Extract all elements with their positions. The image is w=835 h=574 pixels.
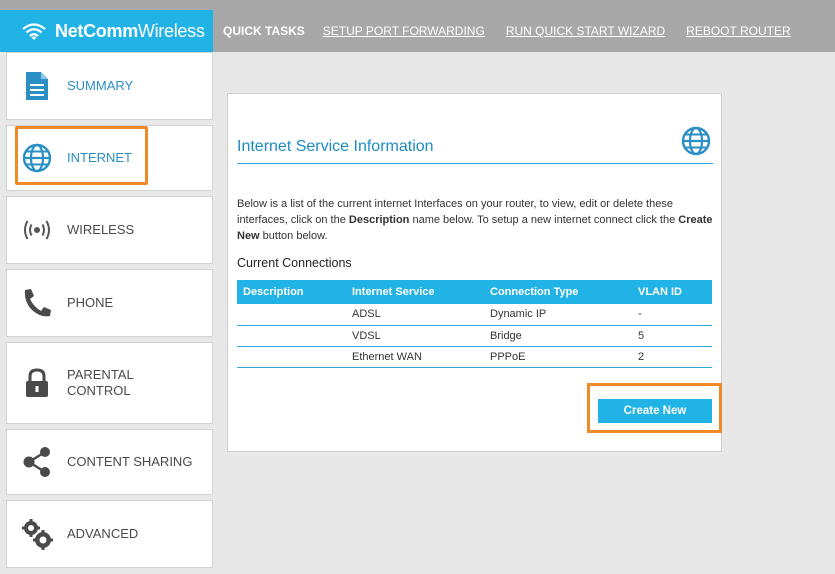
sidebar-item-content-sharing[interactable]: CONTENT SHARING bbox=[6, 429, 213, 495]
sidebar-item-parental-control[interactable]: PARENTAL CONTROL bbox=[6, 342, 213, 424]
column-header-description: Description bbox=[237, 280, 346, 304]
sidebar-item-label: SUMMARY bbox=[67, 78, 134, 93]
create-new-button[interactable]: Create New bbox=[598, 399, 712, 423]
cell-vlan-id: - bbox=[632, 304, 712, 326]
cell-description[interactable] bbox=[237, 304, 346, 326]
page-title: Internet Service Information bbox=[237, 138, 434, 155]
sidebar-item-phone[interactable]: PHONE bbox=[6, 269, 213, 337]
setup-port-forwarding-link[interactable]: SETUP PORT FORWARDING bbox=[323, 24, 485, 38]
column-header-vlan-id: VLAN ID bbox=[632, 280, 712, 304]
brand-logo[interactable]: NetCommWireless bbox=[0, 10, 213, 52]
phone-icon bbox=[21, 287, 53, 319]
cell-description[interactable] bbox=[237, 325, 346, 347]
sidebar-item-label: PARENTAL CONTROL bbox=[67, 367, 134, 398]
brand-name: NetCommWireless bbox=[55, 20, 205, 41]
wireless-icon bbox=[21, 214, 53, 246]
table-row[interactable]: ADSL Dynamic IP - bbox=[237, 304, 712, 326]
sidebar: SUMMARY INTERNET WIRELESS PHONE PARENTAL… bbox=[6, 52, 213, 573]
column-header-internet-service: Internet Service bbox=[346, 280, 484, 304]
column-header-connection-type: Connection Type bbox=[484, 280, 632, 304]
cell-vlan-id: 2 bbox=[632, 346, 712, 368]
quick-tasks-label: QUICK TASKS bbox=[223, 24, 305, 38]
cell-vlan-id: 5 bbox=[632, 325, 712, 347]
cell-connection-type: Bridge bbox=[484, 325, 632, 347]
lock-icon bbox=[21, 367, 53, 399]
gears-icon bbox=[21, 518, 53, 550]
sidebar-item-advanced[interactable]: ADVANCED bbox=[6, 500, 213, 568]
description-text: Below is a list of the current internet … bbox=[237, 198, 713, 242]
sidebar-item-label: CONTENT SHARING bbox=[67, 454, 193, 469]
cell-internet-service: ADSL bbox=[346, 304, 484, 326]
share-icon bbox=[21, 446, 53, 478]
table-header-row: Description Internet Service Connection … bbox=[237, 280, 712, 304]
sidebar-item-label: INTERNET bbox=[67, 150, 132, 165]
cell-description[interactable] bbox=[237, 346, 346, 368]
sidebar-item-label: PHONE bbox=[67, 295, 114, 310]
wifi-logo-icon bbox=[22, 23, 46, 40]
reboot-router-link[interactable]: REBOOT ROUTER bbox=[686, 24, 790, 38]
cell-internet-service: Ethernet WAN bbox=[346, 346, 484, 368]
document-icon bbox=[21, 70, 53, 102]
top-bar: NetCommWireless QUICK TASKS SETUP PORT F… bbox=[0, 0, 835, 52]
sidebar-item-internet[interactable]: INTERNET bbox=[6, 125, 213, 191]
sidebar-item-wireless[interactable]: WIRELESS bbox=[6, 196, 213, 264]
table-row[interactable]: VDSL Bridge 5 bbox=[237, 325, 712, 347]
internet-service-panel: Internet Service Information Below is a … bbox=[227, 93, 722, 452]
table-row[interactable]: Ethernet WAN PPPoE 2 bbox=[237, 346, 712, 368]
quick-tasks-bar: QUICK TASKS SETUP PORT FORWARDING RUN QU… bbox=[213, 10, 835, 52]
connections-table: Description Internet Service Connection … bbox=[237, 280, 712, 368]
sidebar-item-summary[interactable]: SUMMARY bbox=[6, 52, 213, 120]
run-quick-start-wizard-link[interactable]: RUN QUICK START WIZARD bbox=[506, 24, 665, 38]
globe-icon bbox=[21, 142, 53, 174]
cell-connection-type: PPPoE bbox=[484, 346, 632, 368]
title-divider bbox=[237, 163, 713, 164]
sidebar-item-label: ADVANCED bbox=[67, 526, 139, 541]
current-connections-heading: Current Connections bbox=[237, 256, 352, 270]
cell-connection-type: Dynamic IP bbox=[484, 304, 632, 326]
cell-internet-service: VDSL bbox=[346, 325, 484, 347]
globe-icon bbox=[681, 126, 711, 156]
sidebar-item-label: WIRELESS bbox=[67, 222, 135, 237]
